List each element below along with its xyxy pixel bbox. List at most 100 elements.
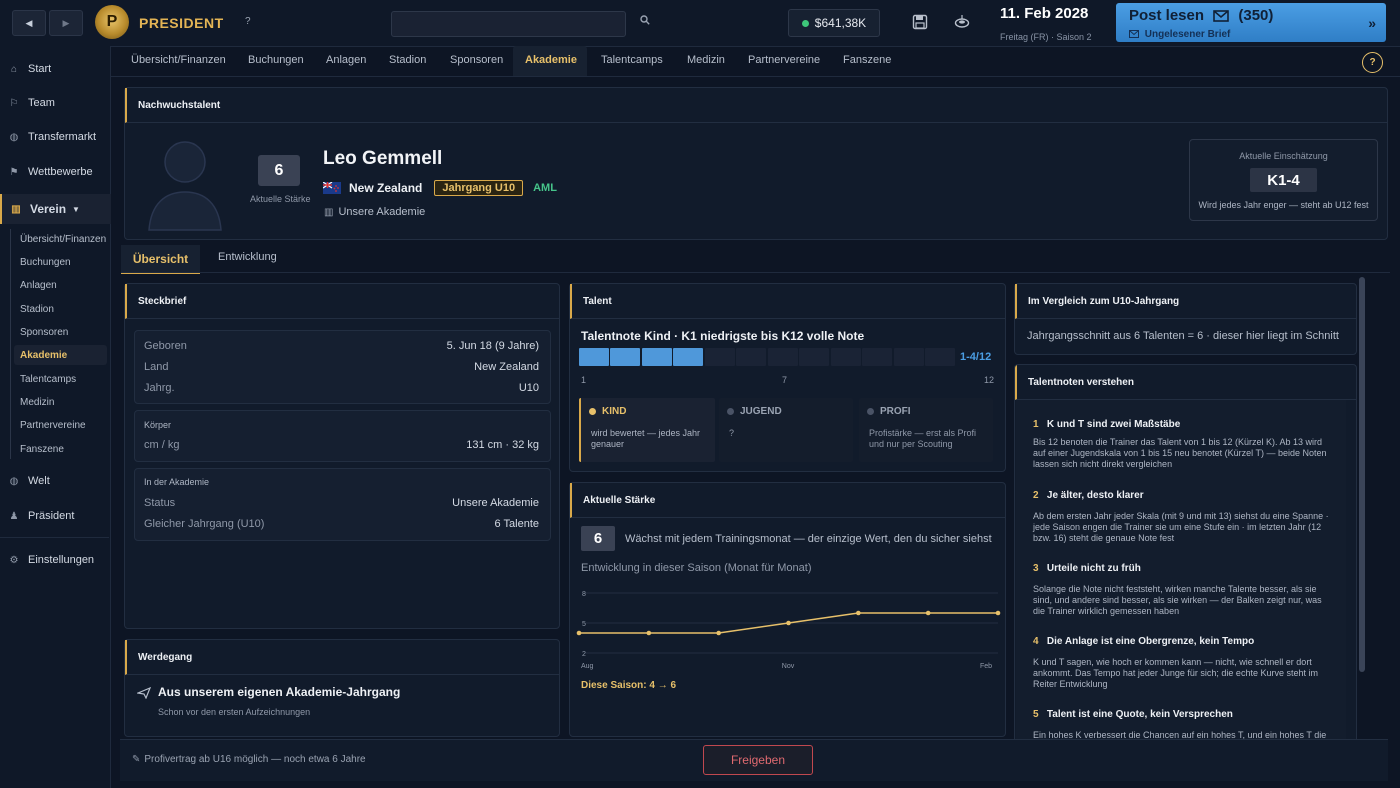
tab-anlagen[interactable]: Anlagen	[326, 54, 366, 66]
help-link[interactable]: ?	[245, 16, 251, 27]
save-icon[interactable]	[912, 14, 928, 34]
sidebar-item-praesident[interactable]: ♟ Präsident	[0, 504, 109, 528]
werdegang-main: Aus unserem eigenen Akademie-Jahrgang	[158, 685, 401, 699]
sidebar-sub-anlagen[interactable]: Anlagen	[20, 275, 108, 295]
sidebar-item-verein[interactable]: ▥ Verein ▼	[0, 194, 111, 224]
sidebar-sub-sponsoren[interactable]: Sponsoren	[20, 322, 108, 342]
footer-note-row: ✎ Profivertrag ab U16 möglich — noch etw…	[132, 754, 366, 765]
tab-stadion[interactable]: Stadion	[389, 54, 426, 66]
talent-col-jugend: JUGEND ?	[719, 398, 853, 462]
sidebar-sub-stadion[interactable]: Stadion	[20, 299, 108, 319]
chart-point	[925, 610, 931, 616]
sidebar-item-label: Start	[28, 63, 52, 75]
tab-partnervereine[interactable]: Partnervereine	[748, 54, 820, 66]
tip-number: 5	[1033, 709, 1039, 720]
person-icon: ♟	[9, 510, 19, 522]
chart-title: Entwicklung in dieser Saison (Monat für …	[581, 562, 812, 574]
academy-row: ▥ Unsere Akademie	[324, 206, 425, 218]
talent-tick-max: 12	[984, 375, 995, 385]
sidebar-sub-partnervereine[interactable]: Partnervereine	[20, 415, 108, 435]
gear-icon: ⚙	[9, 554, 19, 566]
globe-icon: ◍	[9, 475, 19, 487]
sidebar-item-start[interactable]: ⌂ Start	[0, 57, 109, 81]
search-input[interactable]	[391, 11, 626, 37]
chart-y-tick-label: 5	[582, 621, 586, 628]
sidebar-item-wettbewerbe[interactable]: ⚑ Wettbewerbe	[0, 160, 109, 184]
detail-tab-entwicklung[interactable]: Entwicklung	[218, 251, 277, 263]
tab-sponsoren[interactable]: Sponsoren	[450, 54, 503, 66]
tip-heading: 4 Die Anlage ist eine Obergrenze, kein T…	[1033, 636, 1254, 647]
team-icon: ⚐	[9, 97, 19, 109]
balance-badge[interactable]: $641,38K	[788, 9, 880, 37]
scrollbar[interactable]	[1359, 277, 1365, 672]
tab-akademie[interactable]: Akademie	[525, 54, 577, 66]
panel-header: Aktuelle Stärke	[570, 483, 1005, 518]
tab-uebersicht[interactable]: Übersicht/Finanzen	[131, 54, 226, 66]
info-value: New Zealand	[474, 361, 539, 373]
status-dot-icon	[801, 19, 809, 27]
sidebar-item-welt[interactable]: ◍ Welt	[0, 469, 109, 493]
tip-heading: 3 Urteile nicht zu früh	[1033, 563, 1141, 574]
tab-fanszene[interactable]: Fanszene	[843, 54, 891, 66]
talent-tick-mid: 7	[782, 375, 788, 385]
tab-buchungen[interactable]: Buchungen	[248, 54, 304, 66]
talent-range-label: 1-4/12	[960, 351, 992, 363]
search-icon[interactable]	[640, 15, 650, 28]
talent-panel: Talent Talentnote Kind · K1 niedrigste b…	[569, 283, 1006, 472]
vergleich-text: Jahrgangsschnitt aus 6 Talenten = 6 · di…	[1027, 330, 1339, 342]
panel-header: Talent	[570, 284, 1005, 319]
footer-bar: ✎ Profivertrag ab U16 möglich — noch etw…	[120, 739, 1388, 781]
sidebar-sub-talentcamps[interactable]: Talentcamps	[20, 369, 108, 389]
detail-tab-uebersicht[interactable]: Übersicht	[121, 245, 200, 274]
strength-badge: 6	[258, 155, 300, 186]
academy-icon: ▥	[324, 206, 334, 218]
sidebar-sub-medizin[interactable]: Medizin	[20, 392, 108, 412]
sidebar-item-label: Team	[28, 97, 55, 109]
balance-value: $641,38K	[814, 16, 867, 30]
chart-point	[716, 630, 721, 636]
tip-number: 4	[1033, 636, 1039, 647]
talent-scale-segment	[862, 348, 893, 366]
sidebar-item-label: Transfermarkt	[28, 131, 97, 143]
release-button[interactable]: Freigeben	[703, 745, 813, 775]
sidebar-item-team[interactable]: ⚐ Team	[0, 91, 109, 115]
date-box[interactable]: 11. Feb 2028 Freitag (FR) · Saison 2	[990, 0, 1102, 46]
panel-title: Steckbrief	[138, 296, 187, 307]
sidebar-sub-akademie[interactable]: Akademie	[14, 345, 107, 365]
talent-scale-segment	[767, 348, 798, 366]
pen-icon: ✎	[132, 754, 141, 765]
talent-heading: Talentnote Kind · K1 niedrigste bis K12 …	[581, 329, 865, 343]
tip-heading: 5 Talent ist eine Quote, kein Verspreche…	[1033, 709, 1233, 720]
back-button[interactable]: ◀	[12, 10, 46, 36]
rating-label: Aktuelle Einschätzung	[1239, 151, 1328, 161]
sidebar-sub-buchungen[interactable]: Buchungen	[20, 252, 108, 272]
info-label: Status	[144, 497, 176, 509]
stadium-icon[interactable]	[954, 14, 970, 34]
talent-col-text: Profistärke — erst als Profi und nur per…	[869, 428, 977, 449]
help-icon[interactable]: ?	[1362, 52, 1383, 73]
talent-header-title: Nachwuchstalent	[125, 88, 1387, 123]
tip-title: Die Anlage ist eine Obergrenze, kein Tem…	[1046, 636, 1255, 647]
body-card: Körper cm / kg 131 cm · 32 kg	[134, 410, 551, 462]
panel-title: Talent	[583, 296, 612, 307]
sidebar-sub-fanszene[interactable]: Fanszene	[20, 439, 108, 459]
sidebar-item-transfermarkt[interactable]: ◍ Transfermarkt	[0, 125, 109, 149]
tip-title: K und T sind zwei Maßstäbe	[1046, 419, 1181, 430]
panel-header: Steckbrief	[125, 284, 559, 319]
season-summary: Diese Saison: 4 → 6	[581, 680, 677, 691]
read-mail-button[interactable]: Post lesen (350) Ungelesener Brief »	[1116, 3, 1386, 42]
sidebar-sub-uebersicht[interactable]: Übersicht/Finanzen	[20, 229, 108, 249]
talent-scale-segment	[610, 348, 641, 366]
chart-x-tick-label: Feb	[980, 663, 992, 670]
talent-scale-segment	[641, 348, 672, 366]
forward-button[interactable]: ▶	[49, 10, 83, 36]
sidebar-item-einstellungen[interactable]: ⚙ Einstellungen	[0, 548, 109, 572]
panel-title: Werdegang	[138, 652, 193, 663]
steckbrief-panel: Steckbrief Geboren 5. Jun 18 (9 Jahre) L…	[124, 283, 560, 629]
tab-medizin[interactable]: Medizin	[687, 54, 725, 66]
mail-title-row: Post lesen (350)	[1129, 7, 1273, 26]
body-label: cm / kg	[144, 439, 180, 451]
body-title: Körper	[144, 420, 172, 430]
tab-talentcamps[interactable]: Talentcamps	[601, 54, 663, 66]
talent-tick-min: 1	[581, 375, 587, 385]
